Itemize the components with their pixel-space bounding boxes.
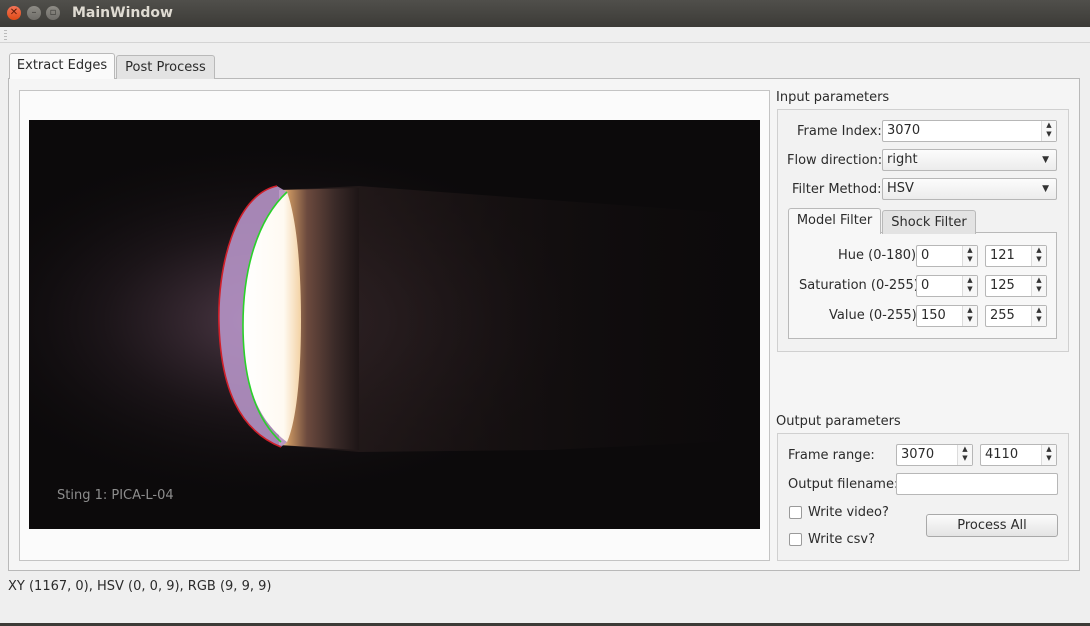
frame-index-label: Frame Index: (797, 124, 882, 139)
frame-index-spinbox[interactable]: 3070 ▲ ▼ (882, 120, 1057, 142)
tab-extract-edges[interactable]: Extract Edges (9, 53, 115, 79)
tab-model-filter[interactable]: Model Filter (788, 208, 881, 234)
write-csv-checkbox[interactable] (789, 533, 802, 546)
window-close-button[interactable]: ✕ (7, 6, 21, 20)
hue-min-value: 0 (921, 248, 930, 263)
chevron-down-icon: ▼ (1042, 155, 1049, 165)
spin-arrows-icon[interactable]: ▲ ▼ (962, 246, 977, 266)
output-filename-field[interactable] (896, 473, 1058, 495)
saturation-min-value: 0 (921, 278, 930, 293)
hue-min-spinbox[interactable]: 0 ▲ ▼ (916, 245, 978, 267)
value-min-spinbox[interactable]: 150 ▲ ▼ (916, 305, 978, 327)
filter-method-value: HSV (887, 181, 914, 196)
value-max-value: 255 (990, 308, 1015, 323)
frame-index-value: 3070 (887, 123, 921, 138)
write-video-checkbox[interactable] (789, 506, 802, 519)
spin-arrows-icon[interactable]: ▲ ▼ (962, 276, 977, 296)
toolbar-grip-handle[interactable] (4, 30, 7, 40)
video-frame-image (29, 120, 760, 529)
chevron-down-icon: ▼ (1042, 184, 1049, 194)
filter-method-dropdown[interactable]: HSV ▼ (882, 178, 1057, 200)
saturation-min-spinbox[interactable]: 0 ▲ ▼ (916, 275, 978, 297)
saturation-label: Saturation (0-255) (799, 278, 919, 293)
output-parameters-title: Output parameters (776, 414, 901, 429)
saturation-max-spinbox[interactable]: 125 ▲ ▼ (985, 275, 1047, 297)
value-max-spinbox[interactable]: 255 ▲ ▼ (985, 305, 1047, 327)
spin-arrows-icon[interactable]: ▲ ▼ (1041, 121, 1056, 141)
value-min-value: 150 (921, 308, 946, 323)
flow-direction-dropdown[interactable]: right ▼ (882, 149, 1057, 171)
video-frame-view[interactable]: Sting 1: PICA-L-04 (29, 120, 760, 529)
spin-arrows-icon[interactable]: ▲ ▼ (1031, 246, 1046, 266)
hue-label: Hue (0-180) (838, 248, 917, 263)
window-title: MainWindow (72, 5, 173, 21)
frame-range-end-value: 4110 (985, 447, 1019, 462)
tab-shock-filter[interactable]: Shock Filter (882, 210, 976, 234)
tab-post-process[interactable]: Post Process (116, 55, 215, 79)
status-bar-text: XY (1167, 0), HSV (0, 0, 9), RGB (9, 9, … (8, 579, 272, 594)
write-csv-label: Write csv? (808, 532, 875, 547)
hue-max-value: 121 (990, 248, 1015, 263)
frame-range-end-spinbox[interactable]: 4110 ▲ ▼ (980, 444, 1057, 466)
saturation-max-value: 125 (990, 278, 1015, 293)
process-all-button[interactable]: Process All (926, 514, 1058, 537)
spin-arrows-icon[interactable]: ▲ ▼ (957, 445, 972, 465)
video-overlay-label: Sting 1: PICA-L-04 (57, 488, 174, 503)
flow-direction-label: Flow direction: (787, 153, 883, 168)
spin-arrows-icon[interactable]: ▲ ▼ (1031, 276, 1046, 296)
input-parameters-title: Input parameters (776, 90, 890, 105)
spin-arrows-icon[interactable]: ▲ ▼ (1041, 445, 1056, 465)
title-bar: ✕ – ▫ MainWindow (0, 0, 1090, 27)
frame-range-start-value: 3070 (901, 447, 935, 462)
toolbar-area (0, 27, 1090, 43)
window-maximize-button[interactable]: ▫ (46, 6, 60, 20)
frame-range-start-spinbox[interactable]: 3070 ▲ ▼ (896, 444, 973, 466)
hue-max-spinbox[interactable]: 121 ▲ ▼ (985, 245, 1047, 267)
flow-direction-value: right (887, 152, 918, 167)
filter-method-label: Filter Method: (792, 182, 882, 197)
output-filename-label: Output filename: (788, 477, 899, 492)
value-label: Value (0-255) (829, 308, 917, 323)
frame-range-label: Frame range: (788, 448, 875, 463)
spin-arrows-icon[interactable]: ▲ ▼ (962, 306, 977, 326)
window-minimize-button[interactable]: – (27, 6, 41, 20)
write-video-label: Write video? (808, 505, 889, 520)
spin-arrows-icon[interactable]: ▲ ▼ (1031, 306, 1046, 326)
